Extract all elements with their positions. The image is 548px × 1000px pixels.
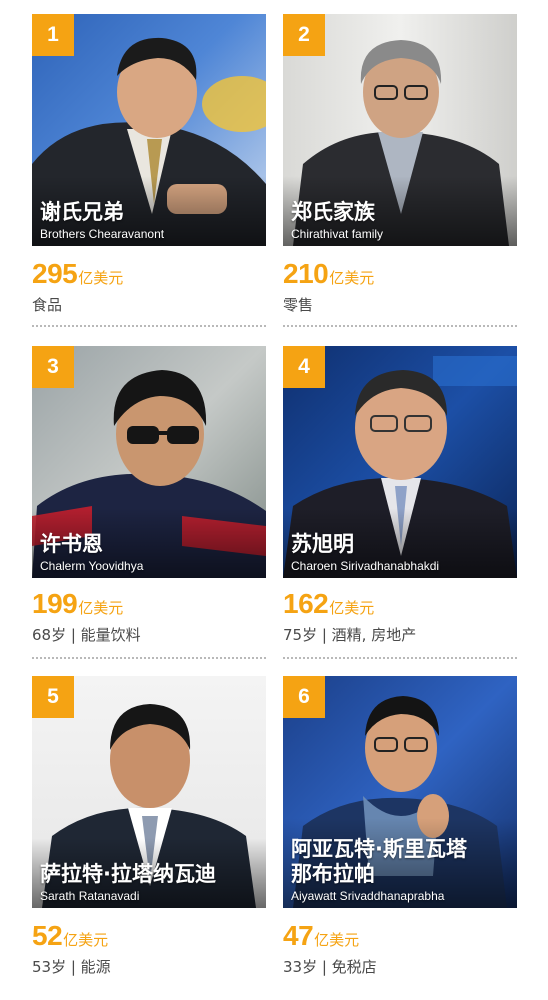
name-english: Sarath Ratanavadi [40, 889, 140, 903]
name-english: Aiyawatt Srivaddhanaprabha [291, 889, 445, 903]
name-english: Chalerm Yoovidhya [40, 559, 144, 573]
net-worth-unit: 亿美元 [329, 599, 375, 617]
rank-badge: 2 [283, 14, 325, 56]
portrait-photo: 2 郑氏家族 Chirathivat family [283, 14, 517, 246]
rank-card-1: 1 谢氏兄弟 Brothers Chearavanont 295亿美元 食品 [32, 14, 266, 327]
portrait-photo: 5 萨拉特·拉塔纳瓦迪 Sarath Ratanavadi [32, 676, 266, 908]
name-english: Chirathivat family [291, 227, 384, 241]
age-industry-text: 53岁 | 能源 [32, 958, 111, 976]
net-worth-unit: 亿美元 [78, 269, 124, 287]
name-chinese: 萨拉特·拉塔纳瓦迪 [40, 862, 216, 886]
rank-badge: 1 [32, 14, 74, 56]
name-chinese-line2: 那布拉帕 [291, 862, 375, 886]
name-english: Brothers Chearavanont [40, 227, 165, 241]
net-worth-unit: 亿美元 [63, 931, 109, 949]
portrait-photo: 1 谢氏兄弟 Brothers Chearavanont [32, 14, 266, 246]
name-english: Charoen Sirivadhanabhakdi [291, 559, 440, 573]
net-worth: 199亿美元 [32, 588, 123, 622]
dotted-divider [283, 657, 517, 659]
name-chinese: 苏旭明 [291, 532, 354, 556]
name-chinese-line1: 阿亚瓦特·斯里瓦塔 [291, 837, 467, 861]
dotted-divider [283, 325, 517, 327]
rank-badge: 3 [32, 346, 74, 388]
name-chinese: 许书恩 [40, 532, 103, 556]
age-industry-text: 33岁 | 免税店 [283, 958, 377, 976]
net-worth-value: 210 [283, 258, 329, 289]
rank-card-5: 5 萨拉特·拉塔纳瓦迪 Sarath Ratanavadi 52亿美元 53岁 … [32, 676, 266, 976]
net-worth: 210亿美元 [283, 258, 374, 292]
net-worth-value: 162 [283, 588, 329, 619]
portrait-photo: 4 苏旭明 Charoen Sirivadhanabhakdi [283, 346, 517, 578]
net-worth-unit: 亿美元 [329, 269, 375, 287]
net-worth-unit: 亿美元 [314, 931, 360, 949]
age-industry-text: 75岁 | 酒精, 房地产 [283, 626, 417, 644]
industry-text: 零售 [283, 296, 314, 314]
age-industry-text: 68岁 | 能量饮料 [32, 626, 141, 644]
rank-badge: 6 [283, 676, 325, 718]
rank-card-2: 2 郑氏家族 Chirathivat family 210亿美元 零售 [283, 14, 517, 327]
net-worth-value: 295 [32, 258, 78, 289]
net-worth: 295亿美元 [32, 258, 123, 292]
net-worth: 52亿美元 [32, 920, 108, 954]
rank-card-3: 3 许书恩 Chalerm Yoovidhya 199亿美元 68岁 | 能量饮… [32, 346, 266, 659]
rank-badge: 5 [32, 676, 74, 718]
portrait-photo: 6 阿亚瓦特·斯里瓦塔 那布拉帕 Aiyawatt Srivaddhanapra… [283, 676, 517, 908]
name-chinese: 郑氏家族 [291, 200, 375, 224]
net-worth-value: 199 [32, 588, 78, 619]
rank-card-6: 6 阿亚瓦特·斯里瓦塔 那布拉帕 Aiyawatt Srivaddhanapra… [283, 676, 517, 976]
net-worth-value: 47 [283, 920, 314, 951]
portrait-photo: 3 许书恩 Chalerm Yoovidhya [32, 346, 266, 578]
name-chinese: 谢氏兄弟 [40, 200, 124, 224]
net-worth-unit: 亿美元 [78, 599, 124, 617]
industry-text: 食品 [32, 296, 63, 314]
rank-badge: 4 [283, 346, 325, 388]
dotted-divider [32, 325, 266, 327]
dotted-divider [32, 657, 266, 659]
net-worth-value: 52 [32, 920, 63, 951]
net-worth: 162亿美元 [283, 588, 374, 622]
rank-card-4: 4 苏旭明 Charoen Sirivadhanabhakdi 162亿美元 7… [283, 346, 517, 659]
net-worth: 47亿美元 [283, 920, 359, 954]
